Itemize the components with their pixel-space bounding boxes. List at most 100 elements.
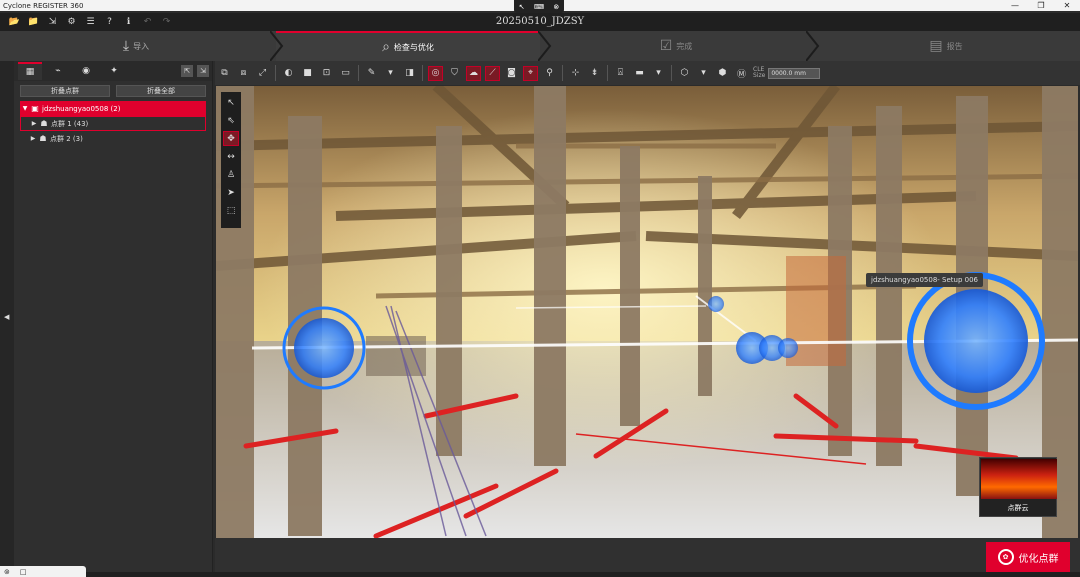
tree-group-label: 点群 2 (3): [50, 134, 83, 143]
finalize-icon: ☑: [659, 38, 673, 54]
project-tree-icon[interactable]: ▦: [18, 62, 42, 80]
cle-size-input[interactable]: 0000.0 mm: [768, 67, 821, 79]
optimize-bundle-button[interactable]: ✿ 优化点群: [986, 542, 1070, 572]
orbit-icon[interactable]: ✥: [223, 131, 239, 146]
target-icon[interactable]: ◎: [428, 65, 443, 81]
collapse-panel-icon[interactable]: ◀: [4, 313, 9, 321]
status-bar: [0, 572, 1080, 577]
camera-icon[interactable]: ◙: [504, 66, 519, 81]
square-icon[interactable]: ■: [300, 66, 315, 81]
setup-tooltip: jdzshuangyao0508- Setup 006: [866, 273, 983, 287]
redo-icon[interactable]: ↷: [160, 16, 173, 29]
measure-icon[interactable]: ✎: [364, 66, 379, 81]
frame-icon[interactable]: ⊡: [319, 66, 334, 81]
tree-project-label: jdzshuangyao0508 (2): [42, 104, 121, 113]
export-icon[interactable]: ⇲: [46, 16, 59, 29]
step-divider: [270, 31, 284, 61]
fly-icon[interactable]: ➤: [223, 185, 239, 200]
distance-icon[interactable]: ↔: [223, 149, 239, 164]
keyboard-icon[interactable]: ⌨: [534, 3, 544, 11]
bundle-group-icon: ☗: [40, 119, 48, 128]
close-button[interactable]: ✕: [1054, 0, 1080, 11]
quick-access-toolbar: 📂 📁 ⇲ ⚙ ☰? ℹ ↶ ↷: [0, 13, 1080, 31]
link-measure-icon[interactable]: ⟋: [485, 65, 500, 81]
setup-marker[interactable]: [282, 306, 366, 390]
point-cloud-scene: [216, 86, 1078, 538]
open-folder-icon[interactable]: 📂: [8, 16, 21, 29]
dropdown-icon[interactable]: ▾: [383, 66, 398, 81]
import-folder-icon[interactable]: 📁: [27, 16, 40, 29]
box-view-icon[interactable]: ⬚: [223, 203, 239, 218]
setup-icon[interactable]: ⚲: [542, 66, 557, 81]
bundle-icon[interactable]: ✦: [102, 62, 126, 80]
step-divider: [806, 31, 820, 61]
import-tab-icon[interactable]: ⇲: [197, 65, 209, 77]
pointer-icon[interactable]: ↖: [519, 3, 525, 11]
close-circle-icon[interactable]: ⊗: [553, 3, 559, 11]
location-pin-icon[interactable]: ⌖: [523, 65, 538, 81]
setup-marker[interactable]: [708, 296, 724, 312]
zoom-fit-icon[interactable]: ⤢: [255, 66, 270, 81]
settings-icon[interactable]: ⚙: [65, 16, 78, 29]
app-window: Cyclone REGISTER 360 ↖ ⌨ ⊗ — ❐ ✕ 📂 📁 ⇲ ⚙ ☰? ℹ…: [0, 0, 1080, 577]
tree-group-label: 点群 1 (43): [51, 119, 89, 128]
stack-icon[interactable]: ⇟: [587, 66, 602, 81]
view-cube-icon[interactable]: ⧉: [217, 66, 232, 81]
window-controls: — ❐ ✕: [1002, 0, 1080, 11]
panel-buttons: 折叠点群 折叠全部: [14, 81, 212, 101]
dropdown-icon[interactable]: ▾: [696, 66, 711, 81]
tree-group-row[interactable]: ▶ ☗ 点群 1 (43): [20, 116, 206, 131]
point-cloud-viewport[interactable]: [216, 86, 1078, 538]
expand-arrow-icon[interactable]: ▶: [29, 120, 39, 127]
dropdown-icon[interactable]: ▾: [651, 66, 666, 81]
collapse-all-button[interactable]: 折叠全部: [116, 85, 206, 97]
cle-size-label: CLE Size: [753, 67, 765, 79]
expand-arrow-icon[interactable]: ▶: [28, 135, 38, 142]
walk-icon[interactable]: ♙: [223, 167, 239, 182]
minimize-button[interactable]: —: [1002, 0, 1028, 11]
shading-icon[interactable]: ◐: [281, 66, 296, 81]
thumbnail-label: 点群云: [1007, 504, 1029, 512]
step-report[interactable]: ▤ 报告: [812, 31, 1080, 61]
cloud-icon[interactable]: ☁: [466, 65, 481, 81]
cube-icon[interactable]: ⬡: [677, 66, 692, 81]
step-import[interactable]: ⤓ 导入: [0, 31, 272, 61]
thumbnail-image: [981, 459, 1057, 499]
box-icon[interactable]: ▬: [632, 66, 647, 81]
tag-icon[interactable]: ⛉: [447, 66, 462, 81]
step-review-optimize[interactable]: ⌕ 检查与优化: [276, 31, 540, 61]
split-icon[interactable]: ◨: [402, 66, 417, 81]
tree-group-row[interactable]: ▶ ☗ 点群 2 (3): [20, 131, 206, 146]
globe-icon[interactable]: ◉: [74, 62, 98, 80]
step-review-optimize-label: 检查与优化: [393, 42, 434, 52]
select-add-icon[interactable]: ⇖: [223, 113, 239, 128]
step-import-label: 导入: [133, 41, 150, 51]
tree-project-row[interactable]: ▼ ▣ jdzshuangyao0508 (2): [20, 101, 206, 116]
cube-m-icon[interactable]: Ⓜ: [734, 66, 749, 81]
step-report-label: 报告: [946, 41, 963, 51]
step-finalize[interactable]: ☑ 完成: [544, 31, 808, 61]
setup-marker-selected[interactable]: [907, 272, 1045, 410]
help-icon[interactable]: ?: [103, 16, 116, 29]
maximize-button[interactable]: ❐: [1028, 0, 1054, 11]
tripod-icon[interactable]: ⍓: [613, 66, 628, 81]
export-tab-icon[interactable]: ⇱: [181, 65, 193, 77]
cube-view-icon[interactable]: ⬢: [715, 66, 730, 81]
layers-icon[interactable]: ⧈: [236, 66, 251, 81]
restore-icon[interactable]: □: [20, 568, 27, 576]
settings-circle-icon[interactable]: ⊚: [4, 568, 10, 576]
link-icon[interactable]: ⌁: [46, 62, 70, 80]
expand-arrow-icon[interactable]: ▼: [20, 105, 30, 112]
info-icon[interactable]: ℹ: [122, 16, 135, 29]
crop-icon[interactable]: ⊹: [568, 66, 583, 81]
select-pointer-icon[interactable]: ↖: [223, 95, 239, 110]
database-icon[interactable]: ☰: [84, 16, 97, 29]
cle-size-value: 0000.0 mm: [771, 69, 806, 77]
left-panel-strip: ◀: [0, 61, 14, 572]
point-cloud-thumbnail[interactable]: 点群云: [979, 457, 1057, 517]
title-bar: Cyclone REGISTER 360 ↖ ⌨ ⊗ — ❐ ✕: [0, 0, 1080, 13]
undo-icon[interactable]: ↶: [141, 16, 154, 29]
image-icon[interactable]: ▭: [338, 66, 353, 81]
step-divider: [538, 31, 552, 61]
collapse-bundles-button[interactable]: 折叠点群: [20, 85, 110, 97]
